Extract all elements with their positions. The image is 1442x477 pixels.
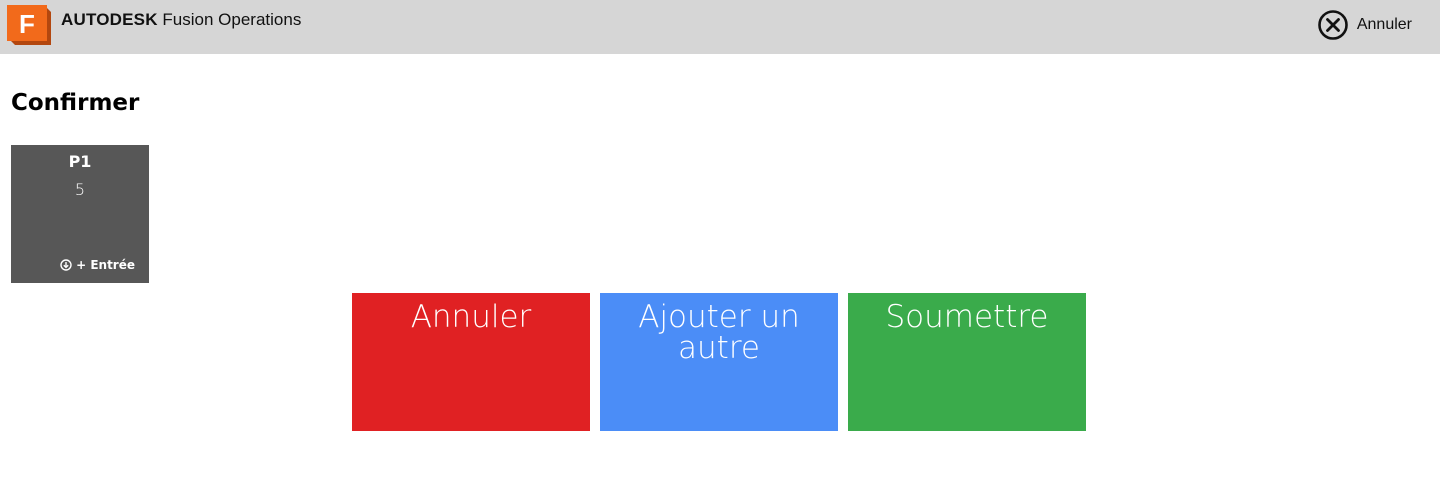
fusion-logo-icon: F	[7, 5, 51, 45]
brand-name: AUTODESK	[61, 10, 158, 29]
tile-entry[interactable]: + Entrée	[60, 258, 135, 272]
add-another-button[interactable]: Ajouter un autre	[600, 293, 838, 431]
product-name: Fusion Operations	[162, 10, 302, 29]
top-bar: F AUTODESK Fusion Operations Annuler	[0, 0, 1440, 54]
cancel-button[interactable]: Annuler	[352, 293, 590, 431]
svg-text:F: F	[19, 9, 35, 39]
app-title: AUTODESK Fusion Operations	[61, 10, 301, 30]
tile-name: P1	[68, 152, 92, 171]
tile-entry-label: + Entrée	[76, 258, 135, 272]
submit-button[interactable]: Soumettre	[848, 293, 1086, 431]
close-circle-icon	[1318, 10, 1348, 40]
page-title: Confirmer	[11, 90, 140, 116]
tile-value: 5	[74, 180, 86, 199]
item-tile-p1[interactable]: P1 5 + Entrée	[11, 145, 149, 283]
header-cancel-button[interactable]: Annuler	[1317, 9, 1412, 41]
header-cancel-label: Annuler	[1356, 16, 1412, 33]
arrow-down-circle-icon	[60, 259, 72, 271]
